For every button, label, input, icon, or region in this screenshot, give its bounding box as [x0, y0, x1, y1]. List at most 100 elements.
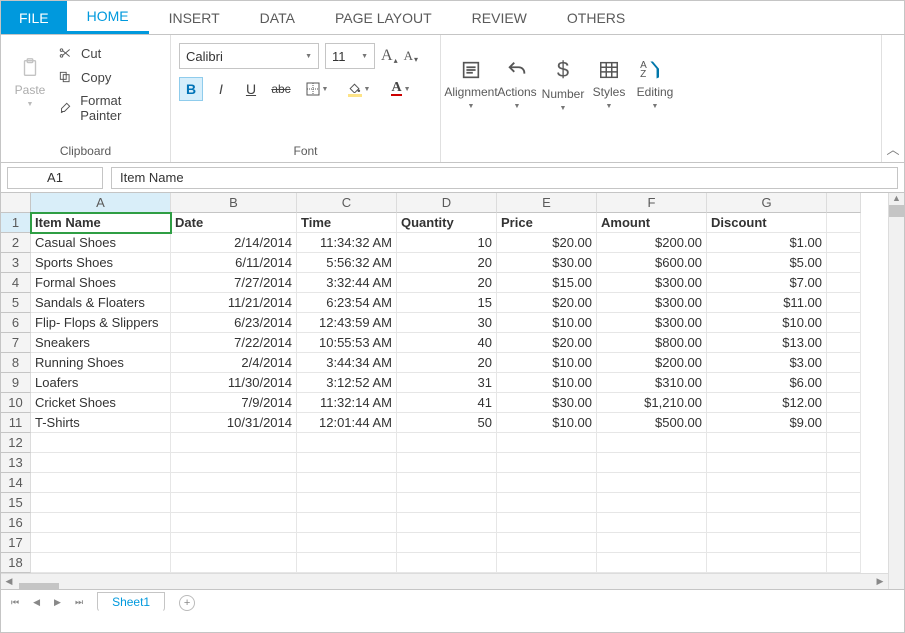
- number-button[interactable]: $ Number ▼: [541, 41, 585, 127]
- bold-button[interactable]: B: [179, 77, 203, 101]
- format-painter-button[interactable]: Format Painter: [57, 93, 162, 123]
- col-header[interactable]: G: [707, 193, 827, 213]
- row-header[interactable]: 5: [1, 293, 31, 313]
- styles-button[interactable]: Styles ▼: [587, 41, 631, 127]
- cell[interactable]: [497, 513, 597, 533]
- cell[interactable]: [707, 453, 827, 473]
- cell[interactable]: [31, 513, 171, 533]
- collapse-ribbon-button[interactable]: ︿: [882, 35, 904, 162]
- vertical-scrollbar[interactable]: ▲: [888, 193, 904, 589]
- cell[interactable]: 20: [397, 273, 497, 293]
- editing-button[interactable]: AZ Editing ▼: [633, 41, 677, 127]
- cell[interactable]: Amount: [597, 213, 707, 233]
- cell[interactable]: [31, 533, 171, 553]
- row-header[interactable]: 6: [1, 313, 31, 333]
- fill-color-button[interactable]: ▼: [341, 77, 377, 101]
- select-all-corner[interactable]: [1, 193, 31, 213]
- cell[interactable]: Running Shoes: [31, 353, 171, 373]
- cell[interactable]: [297, 553, 397, 573]
- name-box[interactable]: A1: [7, 167, 103, 189]
- cell[interactable]: [827, 453, 861, 473]
- cell[interactable]: [297, 473, 397, 493]
- row-header[interactable]: 18: [1, 553, 31, 573]
- cell[interactable]: [31, 433, 171, 453]
- cell[interactable]: $20.00: [497, 233, 597, 253]
- font-color-button[interactable]: A ▼: [383, 77, 419, 101]
- formula-bar[interactable]: Item Name: [111, 167, 898, 189]
- sheet-nav-first[interactable]: ⏮: [11, 597, 19, 608]
- tab-home[interactable]: HOME: [67, 1, 149, 34]
- cell[interactable]: 6/11/2014: [171, 253, 297, 273]
- scroll-left-icon[interactable]: ◀: [1, 576, 17, 587]
- cell[interactable]: $10.00: [497, 353, 597, 373]
- cell[interactable]: [497, 493, 597, 513]
- cell[interactable]: $5.00: [707, 253, 827, 273]
- cell[interactable]: 31: [397, 373, 497, 393]
- cut-button[interactable]: Cut: [57, 45, 162, 61]
- cell[interactable]: 3:32:44 AM: [297, 273, 397, 293]
- cell[interactable]: [397, 553, 497, 573]
- tab-insert[interactable]: INSERT: [149, 1, 240, 34]
- cell[interactable]: $3.00: [707, 353, 827, 373]
- cell[interactable]: [707, 533, 827, 553]
- cell[interactable]: [397, 513, 497, 533]
- grow-font-button[interactable]: A▴: [381, 47, 398, 65]
- cell[interactable]: 6/23/2014: [171, 313, 297, 333]
- cell[interactable]: $30.00: [497, 393, 597, 413]
- cell[interactable]: [827, 513, 861, 533]
- cell[interactable]: Quantity: [397, 213, 497, 233]
- col-header[interactable]: B: [171, 193, 297, 213]
- cell[interactable]: [827, 553, 861, 573]
- row-header[interactable]: 12: [1, 433, 31, 453]
- col-header[interactable]: C: [297, 193, 397, 213]
- horizontal-scrollbar[interactable]: ◀ ▶: [1, 573, 888, 589]
- cell[interactable]: $200.00: [597, 233, 707, 253]
- col-header[interactable]: [827, 193, 861, 213]
- cell[interactable]: [171, 533, 297, 553]
- cell[interactable]: 40: [397, 333, 497, 353]
- cell[interactable]: 7/27/2014: [171, 273, 297, 293]
- cell[interactable]: 3:44:34 AM: [297, 353, 397, 373]
- row-header[interactable]: 17: [1, 533, 31, 553]
- cell-active[interactable]: Item Name: [31, 213, 171, 233]
- sheet-tab[interactable]: Sheet1: [97, 592, 165, 612]
- underline-button[interactable]: U: [239, 77, 263, 101]
- tab-data[interactable]: DATA: [240, 1, 315, 34]
- row-header[interactable]: 11: [1, 413, 31, 433]
- cell[interactable]: 20: [397, 253, 497, 273]
- cell[interactable]: [827, 413, 861, 433]
- cell[interactable]: $30.00: [497, 253, 597, 273]
- cell[interactable]: $10.00: [497, 313, 597, 333]
- cell[interactable]: [827, 273, 861, 293]
- cell[interactable]: [597, 493, 707, 513]
- cell[interactable]: $600.00: [597, 253, 707, 273]
- cell[interactable]: Sneakers: [31, 333, 171, 353]
- cell[interactable]: $310.00: [597, 373, 707, 393]
- cell[interactable]: $300.00: [597, 293, 707, 313]
- cell[interactable]: [827, 253, 861, 273]
- cell[interactable]: [827, 493, 861, 513]
- cell[interactable]: [171, 473, 297, 493]
- cell[interactable]: $11.00: [707, 293, 827, 313]
- cell[interactable]: 11/30/2014: [171, 373, 297, 393]
- cell[interactable]: $20.00: [497, 293, 597, 313]
- cell[interactable]: 12:01:44 AM: [297, 413, 397, 433]
- tab-others[interactable]: OTHERS: [547, 1, 645, 34]
- row-header[interactable]: 2: [1, 233, 31, 253]
- cell[interactable]: Flip- Flops & Slippers: [31, 313, 171, 333]
- cell[interactable]: $300.00: [597, 313, 707, 333]
- cell[interactable]: [597, 433, 707, 453]
- col-header[interactable]: E: [497, 193, 597, 213]
- cell[interactable]: [827, 333, 861, 353]
- cell[interactable]: Sandals & Floaters: [31, 293, 171, 313]
- scroll-up-icon[interactable]: ▲: [889, 193, 904, 203]
- paste-button[interactable]: Paste ▼: [9, 39, 51, 125]
- cell[interactable]: 2/4/2014: [171, 353, 297, 373]
- cell[interactable]: 11/21/2014: [171, 293, 297, 313]
- cell[interactable]: [707, 553, 827, 573]
- cell[interactable]: 20: [397, 353, 497, 373]
- cell[interactable]: Date: [171, 213, 297, 233]
- strikethrough-button[interactable]: abc: [269, 77, 293, 101]
- shrink-font-button[interactable]: A▾: [404, 48, 418, 64]
- cell[interactable]: $1.00: [707, 233, 827, 253]
